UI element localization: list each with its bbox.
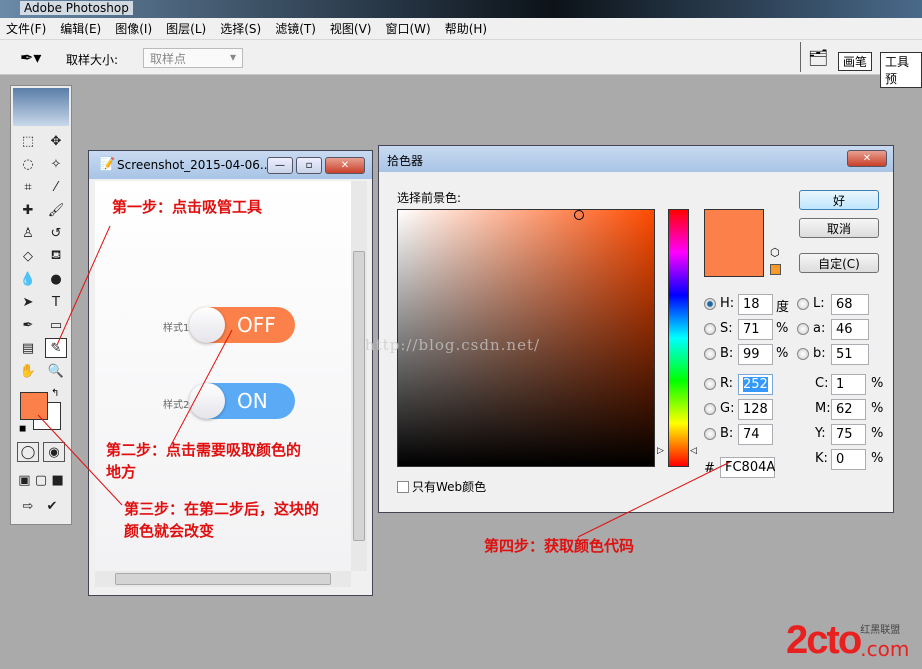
- annotation-step4: 第四步：获取颜色代码: [484, 537, 635, 555]
- annotation-step1: 第一步：点击吸管工具: [112, 198, 263, 216]
- step1-line: [56, 225, 111, 346]
- step2-line: [169, 329, 233, 448]
- annotation-step3: 第三步：在第二步后，这块的 颜色就会改变: [124, 498, 319, 542]
- annotation-step3-line1: 第三步：在第二步后，这块的: [124, 500, 320, 518]
- step4-line: [577, 461, 731, 538]
- annotation-step2-line1: 第二步：点击需要吸取颜色的: [106, 441, 302, 459]
- site-logo: 2cto 红黑联盟 .com: [786, 618, 910, 662]
- annotation-step2-line2: 地方: [106, 463, 137, 481]
- annotation-step2: 第二步：点击需要吸取颜色的 地方: [106, 439, 301, 483]
- annotation-step3-line2: 颜色就会改变: [124, 522, 215, 540]
- annotation-lines: [37, 225, 731, 538]
